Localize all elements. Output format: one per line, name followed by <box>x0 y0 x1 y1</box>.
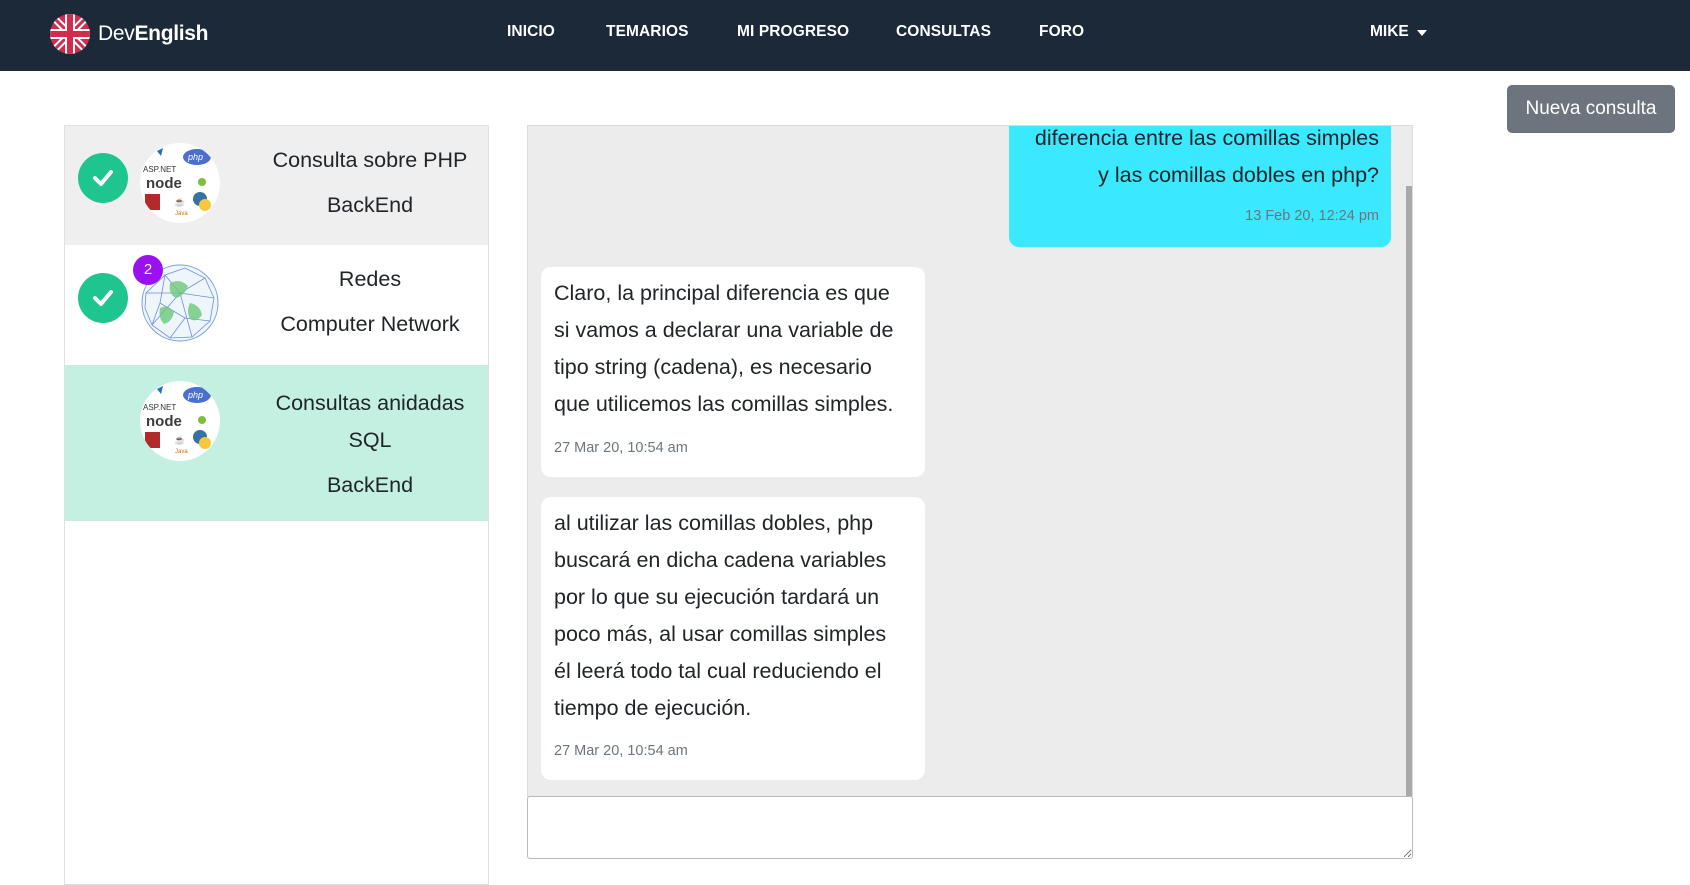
message-line: él leerá todo tal cual reduciendo el <box>554 659 882 683</box>
message-line: al utilizar las comillas dobles, php <box>554 511 874 535</box>
conversation-text: Consultas anidadas SQL BackEnd <box>260 385 480 511</box>
message-bubble-outgoing: diferencia entre las comillas simples y … <box>1009 126 1391 247</box>
conversation-category: BackEnd <box>326 193 414 217</box>
svg-text:node: node <box>146 413 182 430</box>
chat-scrollbar[interactable] <box>1406 186 1412 796</box>
nav-consultas[interactable]: CONSULTAS <box>896 23 991 41</box>
svg-text:php: php <box>187 390 203 400</box>
backend-logos-icon: ASP.NET php node ☕ Java <box>140 381 220 461</box>
conversation-item-php[interactable]: ASP.NET php node ☕ Java Consulta sobre P… <box>65 126 488 245</box>
svg-text:Java: Java <box>175 449 188 455</box>
nav-inicio[interactable]: INICIO <box>507 23 555 41</box>
svg-text:php: php <box>187 152 203 162</box>
message-line: y las comillas dobles en php? <box>1098 163 1379 187</box>
message-input[interactable] <box>527 796 1413 859</box>
user-name: MIKE <box>1370 23 1409 40</box>
message-line: tipo string (cadena), es necesario <box>554 355 872 379</box>
message-bubble-incoming: al utilizar las comillas dobles, php bus… <box>541 497 925 780</box>
message-line: por lo que su ejecución tardará un <box>554 585 880 609</box>
unread-count-badge: 2 <box>133 255 163 285</box>
resolved-check-icon <box>78 153 128 203</box>
message-text: Claro, la principal diferencia es que si… <box>554 275 893 423</box>
user-menu-dropdown[interactable]: MIKE <box>1370 23 1427 41</box>
message-line: poco más, al usar comillas simples <box>554 622 887 646</box>
new-query-button[interactable]: Nueva consulta <box>1507 85 1675 133</box>
message-text: al utilizar las comillas dobles, php bus… <box>554 505 886 727</box>
conversation-text: Consulta sobre PHP BackEnd <box>260 138 480 228</box>
nav-foro[interactable]: FORO <box>1039 23 1084 41</box>
conversation-item-redes[interactable]: 2 Redes Computer Network <box>65 245 488 365</box>
message-text: diferencia entre las comillas simples y … <box>1009 126 1379 194</box>
conversation-item-sql[interactable]: ASP.NET php node ☕ Java Consultas anidad… <box>65 365 488 521</box>
conversation-list: ASP.NET php node ☕ Java Consulta sobre P… <box>64 125 489 885</box>
uk-flag-icon <box>50 14 90 54</box>
conversation-title: Consultas anidadas SQL <box>275 391 465 452</box>
svg-text:ASP.NET: ASP.NET <box>143 165 176 174</box>
svg-text:☕: ☕ <box>174 196 185 207</box>
svg-text:ASP.NET: ASP.NET <box>143 403 176 412</box>
message-line: Claro, la principal diferencia es que <box>554 281 890 305</box>
message-timestamp: 27 Mar 20, 10:54 am <box>554 743 688 759</box>
conversation-text: Redes Computer Network <box>260 257 480 347</box>
message-line: que utilicemos las comillas simples. <box>554 392 894 416</box>
message-line: si vamos a declarar una variable de <box>554 318 894 342</box>
chat-messages-panel: diferencia entre las comillas simples y … <box>527 125 1413 797</box>
resolved-check-icon <box>78 273 128 323</box>
conversation-category: BackEnd <box>326 473 414 497</box>
message-bubble-incoming: Claro, la principal diferencia es que si… <box>541 267 925 477</box>
message-timestamp: 13 Feb 20, 12:24 pm <box>1245 208 1379 224</box>
conversation-title: Redes <box>338 267 402 291</box>
conversation-category: Computer Network <box>280 312 460 336</box>
conversation-title: Consulta sobre PHP <box>272 148 468 172</box>
svg-text:node: node <box>146 175 182 192</box>
nav-temarios[interactable]: TEMARIOS <box>606 23 689 41</box>
svg-text:Java: Java <box>175 211 188 217</box>
nav-mi-progreso[interactable]: MI PROGRESO <box>737 23 849 41</box>
svg-text:☕: ☕ <box>174 434 185 445</box>
message-line: diferencia entre las comillas simples <box>1034 126 1379 150</box>
brand-name-part2: English <box>134 22 209 45</box>
message-line: buscará en dicha cadena variables <box>554 548 887 572</box>
chevron-down-icon <box>1416 29 1427 36</box>
brand-name: DevEnglish <box>98 22 209 46</box>
brand-logo[interactable]: DevEnglish <box>48 12 209 56</box>
message-timestamp: 27 Mar 20, 10:54 am <box>554 440 688 456</box>
backend-logos-icon: ASP.NET php node ☕ Java <box>140 143 220 223</box>
brand-name-part1: Dev <box>98 22 135 45</box>
top-navbar: DevEnglish INICIO TEMARIOS MI PROGRESO C… <box>0 0 1690 71</box>
message-line: tiempo de ejecución. <box>554 696 752 720</box>
